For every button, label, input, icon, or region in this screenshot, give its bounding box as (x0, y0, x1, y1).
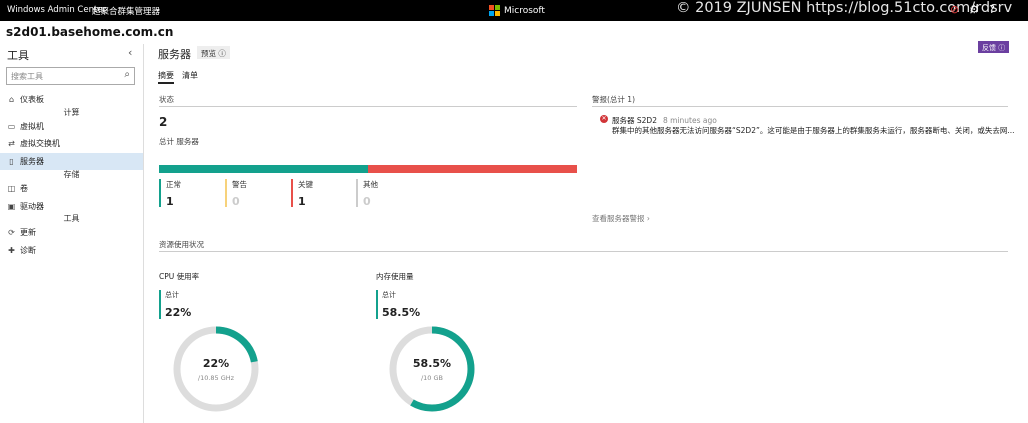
view-alerts-link[interactable]: 查看服务器警报 › (592, 213, 650, 224)
divider (159, 106, 577, 107)
collapse-icon[interactable]: ‹ (128, 46, 132, 59)
sidebar-item-label: 诊断 (20, 246, 36, 255)
stat-warning[interactable]: 警告 0 (225, 179, 247, 208)
divider (159, 251, 1008, 252)
microsoft-squares-icon (489, 5, 500, 16)
chevron-down-icon[interactable]: ⌄ (154, 4, 162, 14)
sidebar-group-label: 计算 (63, 108, 80, 117)
update-icon: ⟳ (8, 228, 15, 237)
volume-icon: ◫ (7, 184, 16, 193)
preview-badge: 预览 ⓘ (197, 46, 230, 59)
switch-icon: ⇄ (8, 139, 15, 148)
cpu-total-label: 总计 (165, 291, 179, 299)
sidebar-item-vm[interactable]: ▭ 虚拟机 (0, 118, 143, 135)
server-icon: ▯ (9, 157, 14, 166)
feedback-button[interactable]: 反馈 ⓘ (978, 41, 1010, 53)
vm-icon: ▭ (7, 122, 16, 131)
sidebar-item-label: 服务器 (20, 157, 44, 166)
server-total-label: 总计 服务器 (159, 137, 199, 146)
sidebar-item-label: 驱动器 (20, 202, 44, 211)
alert-source: 服务器 S2D2 (612, 116, 657, 125)
sidebar-item-label: 卷 (20, 184, 28, 193)
help-icon[interactable]: ? (989, 3, 995, 16)
tab-summary[interactable]: 摘要 (158, 70, 174, 84)
sidebar-group-label: 存储 (63, 170, 80, 179)
alert-time: 8 minutes ago (662, 116, 717, 125)
cpu-donut-value: 22% (202, 356, 230, 370)
sidebar-item-label: 虚拟交换机 (20, 139, 60, 148)
cpu-title: CPU 使用率 (159, 272, 200, 281)
cpu-donut: 22% /10.85 GHz (172, 325, 260, 413)
sidebar-item-label: 仪表板 (20, 95, 44, 104)
memory-donut: 58.5% /10 GB (388, 325, 476, 413)
sidebar: 工具 ‹ 搜索工具 ⌕ ⌂ 仪表板 计算 ▭ 虚拟机 ⇄ 虚拟交换机 ▯ 服务器 存储 ◫ 卷 ▣ 驱动器… (0, 44, 144, 423)
context-selector[interactable]: 超聚合群集管理器 (92, 5, 160, 17)
main-panel: 服务器 预览 ⓘ 反馈 ⓘ 摘要 清单 状态 2 总计 服务器 正常 1 警告 0 … (145, 41, 1028, 423)
memory-title: 内存使用量 (376, 272, 414, 281)
stat-label: 正常 (166, 180, 181, 189)
search-placeholder: 搜索工具 (11, 72, 43, 81)
top-bar: Windows Admin Center 超聚合群集管理器 ⌄ Microsof… (0, 0, 1028, 21)
health-bar-healthy (159, 165, 368, 173)
memory-donut-value: 58.5% (412, 356, 452, 370)
health-bar-critical (368, 165, 577, 173)
feedback-label: 反馈 (982, 44, 996, 52)
cpu-donut-sub: /10.85 GHz (197, 373, 235, 382)
stat-other[interactable]: 其他 0 (356, 179, 378, 208)
error-icon: ✕ (600, 115, 608, 123)
status-section-label: 状态 (159, 95, 174, 104)
sidebar-item-label: 虚拟机 (20, 122, 44, 131)
sidebar-item-home[interactable]: ⌂ 仪表板 (0, 91, 143, 108)
memory-donut-sub: /10 GB (420, 373, 444, 382)
sidebar-item-volume[interactable]: ◫ 卷 (0, 180, 143, 197)
stat-label: 警告 (232, 180, 247, 189)
stat-healthy[interactable]: 正常 1 (159, 179, 181, 208)
memory-total-label: 总计 (382, 291, 396, 299)
sidebar-title: 工具 (7, 49, 29, 62)
memory-total: 总计 58.5% (376, 290, 420, 319)
stat-value: 1 (166, 195, 174, 208)
sidebar-item-switch[interactable]: ⇄ 虚拟交换机 (0, 135, 143, 152)
top-icons: ⊘ ⚙ ? (950, 3, 995, 16)
sidebar-item-diagnose[interactable]: ✚ 诊断 (0, 242, 143, 259)
stat-critical[interactable]: 关键 1 (291, 179, 313, 208)
host-name: s2d01.basehome.com.cn (6, 25, 174, 39)
alert-message: 群集中的其他服务器无法访问服务器“S2D2”。这可能是由于服务器上的群集服务未运… (612, 126, 1015, 135)
search-input[interactable]: 搜索工具 ⌕ (6, 67, 135, 85)
home-icon: ⌂ (8, 95, 15, 104)
tab-inventory[interactable]: 清单 (182, 70, 198, 81)
divider (592, 106, 1008, 107)
view-alerts-label: 查看服务器警报 (592, 214, 645, 223)
stat-value: 1 (298, 195, 306, 208)
sidebar-group-label: 工具 (63, 214, 80, 223)
sidebar-item-update[interactable]: ⟳ 更新 (0, 224, 143, 241)
stat-label: 关键 (298, 180, 313, 189)
cpu-total: 总计 22% (159, 290, 191, 319)
drive-icon: ▣ (7, 202, 16, 211)
page-title: 服务器 (158, 48, 191, 61)
microsoft-logo: Microsoft (489, 5, 545, 16)
notification-icon[interactable]: ⊘ (950, 3, 959, 16)
stat-value: 0 (363, 195, 371, 208)
alerts-section-label: 警报(总计 1) (592, 95, 636, 104)
memory-total-value: 58.5% (382, 306, 421, 319)
diagnose-icon: ✚ (8, 246, 15, 255)
health-bar (159, 165, 577, 173)
brand-name: Microsoft (504, 5, 545, 16)
settings-icon[interactable]: ⚙ (969, 3, 979, 16)
search-icon[interactable]: ⌕ (124, 69, 130, 80)
resources-section-label: 资源使用状况 (159, 240, 204, 249)
preview-label: 预览 (201, 49, 216, 58)
sidebar-item-label: 更新 (20, 228, 36, 237)
stat-label: 其他 (363, 180, 378, 189)
stat-value: 0 (232, 195, 240, 208)
server-total: 2 (159, 115, 168, 129)
sidebar-item-server[interactable]: ▯ 服务器 (0, 153, 143, 170)
cpu-total-value: 22% (165, 306, 192, 319)
